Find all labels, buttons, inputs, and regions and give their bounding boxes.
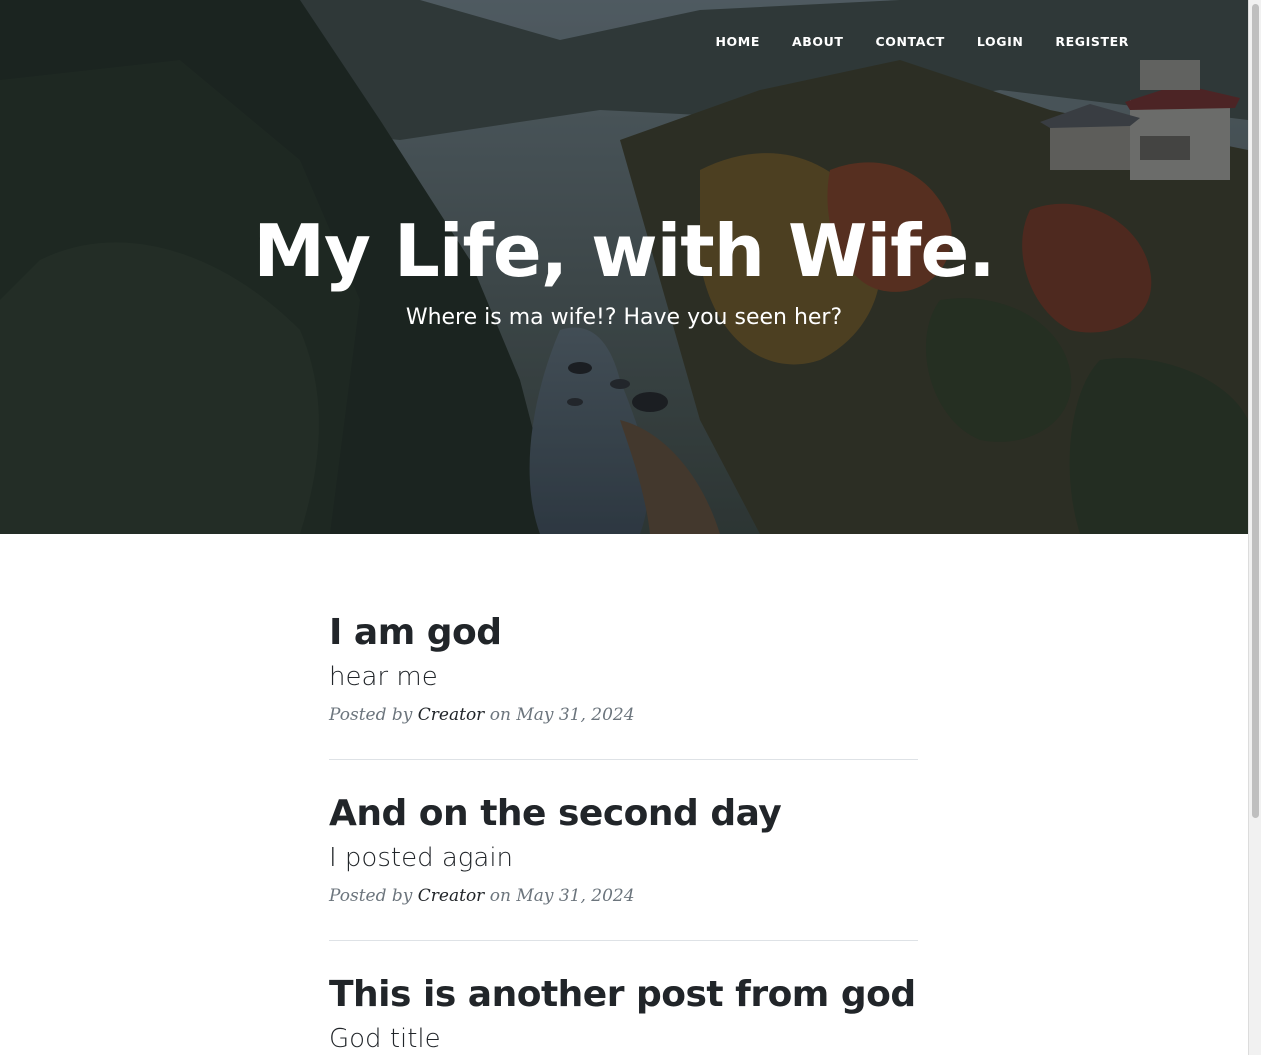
main-nav: HOME ABOUT CONTACT LOGIN REGISTER: [700, 33, 1130, 51]
post-preview: This is another post from god God title: [329, 941, 918, 1055]
post-author-link[interactable]: Creator: [418, 886, 485, 906]
post-link[interactable]: I am god hear me: [329, 611, 918, 695]
post-title: This is another post from god: [329, 974, 916, 1015]
posted-by-label: Posted by: [329, 886, 413, 906]
nav-link-contact[interactable]: CONTACT: [859, 33, 960, 51]
post-subtitle: hear me: [329, 662, 438, 692]
post-title: I am god: [329, 612, 502, 653]
masthead: HOME ABOUT CONTACT LOGIN REGISTER My Lif…: [0, 0, 1248, 534]
nav-link-about[interactable]: ABOUT: [776, 33, 860, 51]
post-link[interactable]: And on the second day I posted again: [329, 792, 918, 876]
post-preview: I am god hear me Posted by Creator on Ma…: [329, 534, 918, 760]
on-label: on: [489, 705, 511, 725]
post-title: And on the second day: [329, 793, 782, 834]
post-meta: Posted by Creator on May 31, 2024: [329, 701, 918, 729]
nav-link-login[interactable]: LOGIN: [961, 33, 1040, 51]
posted-by-label: Posted by: [329, 705, 413, 725]
nav-link-home[interactable]: HOME: [700, 33, 776, 51]
post-preview: And on the second day I posted again Pos…: [329, 760, 918, 941]
post-list: I am god hear me Posted by Creator on Ma…: [329, 534, 918, 1055]
site-title: My Life, with Wife.: [253, 209, 995, 293]
post-link[interactable]: This is another post from god God title: [329, 973, 918, 1055]
post-author-link[interactable]: Creator: [418, 705, 485, 725]
nav-link-register[interactable]: REGISTER: [1039, 33, 1129, 51]
site-heading: My Life, with Wife. Where is ma wife!? H…: [0, 204, 1248, 332]
post-date: May 31, 2024: [516, 886, 635, 906]
post-subtitle: God title: [329, 1024, 441, 1054]
post-subtitle: I posted again: [329, 843, 514, 873]
site-subtitle: Where is ma wife!? Have you seen her?: [405, 305, 843, 330]
on-label: on: [489, 886, 511, 906]
post-meta: Posted by Creator on May 31, 2024: [329, 882, 918, 910]
page: HOME ABOUT CONTACT LOGIN REGISTER My Lif…: [0, 0, 1261, 1055]
post-date: May 31, 2024: [516, 705, 635, 725]
